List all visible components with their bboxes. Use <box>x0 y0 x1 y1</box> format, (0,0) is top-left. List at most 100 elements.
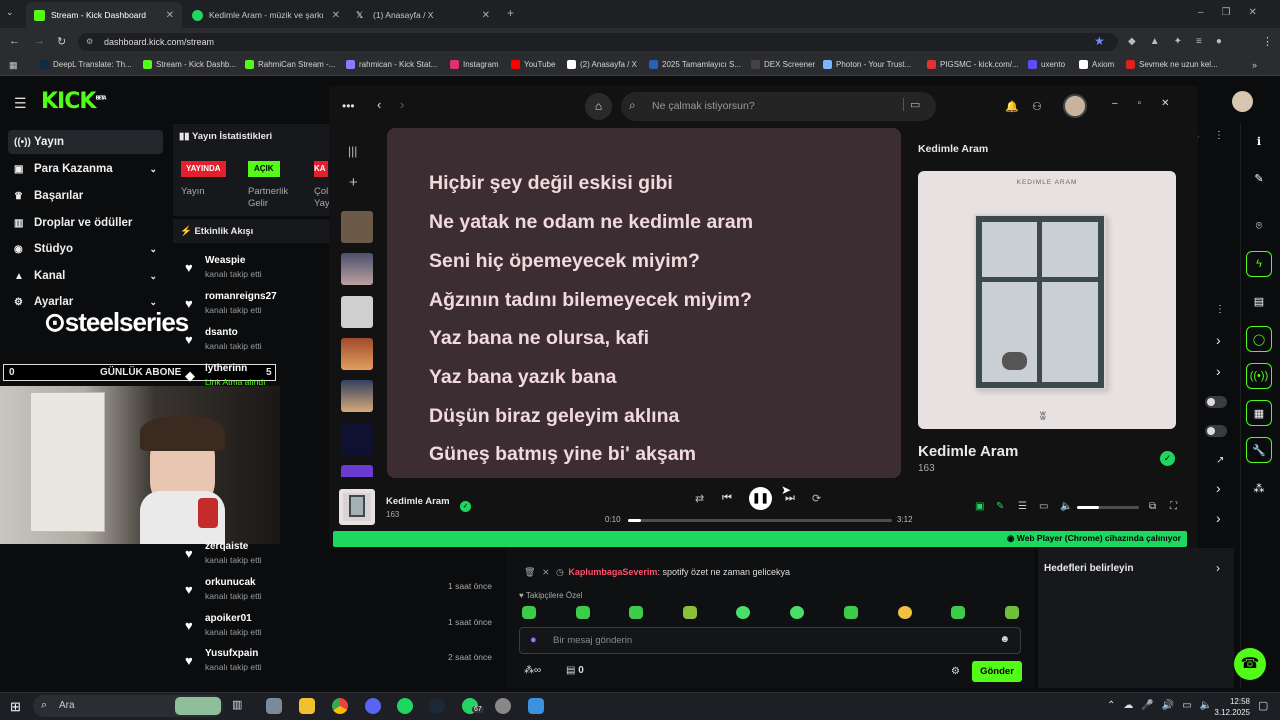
bookmark[interactable]: Stream - Kick Dashb... <box>143 60 236 69</box>
broadcast-icon[interactable]: ((•)) <box>1246 363 1272 389</box>
emote-button[interactable] <box>898 606 912 619</box>
bookmark[interactable]: rahmican - Kick Stat... <box>346 60 437 69</box>
library-icon[interactable]: ||| <box>348 144 357 158</box>
emote-button[interactable] <box>844 606 858 619</box>
lyric-line[interactable]: Ne yatak ne odam ne kedimle aram <box>429 211 753 234</box>
clipboard-icon[interactable]: ▤ <box>1246 288 1272 314</box>
kick-logo[interactable]: KICKBETA <box>41 89 107 114</box>
create-playlist-icon[interactable]: + <box>349 174 358 191</box>
sidebar-item-studyo[interactable]: ◉ Stüdyo ⌄ <box>8 237 163 261</box>
timeout-icon[interactable]: ◷ <box>556 567 564 577</box>
pause-button[interactable]: ❚❚ <box>749 487 772 510</box>
bookmark[interactable]: YouTube <box>511 60 555 69</box>
album-cover[interactable]: KEDIMLE ARAM ʬ <box>918 171 1176 429</box>
more-options-icon[interactable]: ⋮ <box>1214 130 1224 141</box>
feed-username[interactable]: Weaspie <box>205 255 245 266</box>
progress-bar[interactable] <box>628 519 892 522</box>
miniplayer-icon[interactable]: ⧉ <box>1149 501 1156 512</box>
close-tab-icon[interactable]: ✕ <box>482 10 490 21</box>
taskbar-search[interactable]: ⌕ Ara <box>33 695 223 717</box>
archive-icon[interactable]: ▦ <box>1246 400 1272 426</box>
bookmark[interactable]: PIGSMC - kick.com/... <box>927 60 1019 69</box>
spotify-taskbar-icon[interactable] <box>397 698 413 714</box>
sidebar-item-yayin[interactable]: ((•)) Yayın <box>8 130 163 154</box>
chevron-right-icon[interactable]: › <box>1216 561 1220 575</box>
close-tab-icon[interactable]: ✕ <box>166 10 174 21</box>
playlist-cover[interactable] <box>341 253 373 285</box>
volume-icon[interactable]: 🔈 <box>1060 501 1072 512</box>
playlist-cover[interactable] <box>341 211 373 243</box>
emoji-icon[interactable]: ☻ <box>999 634 1010 645</box>
player-cover-thumb[interactable] <box>339 489 375 525</box>
reload-icon[interactable]: ↻ <box>57 35 66 48</box>
feed-username[interactable]: dsanto <box>205 327 238 338</box>
new-tab-button[interactable]: + <box>507 6 514 20</box>
tab-list-button[interactable]: ⌄ <box>6 7 14 18</box>
pencil-icon[interactable]: ✎ <box>1246 165 1272 191</box>
bookmark[interactable]: Sevmek ne uzun kel... <box>1126 60 1218 69</box>
tab-kick-dashboard[interactable]: Stream - Kick Dashboard ✕ <box>26 2 182 28</box>
playlist-cover[interactable] <box>341 380 373 412</box>
emote-button[interactable] <box>951 606 965 619</box>
taskbar-app[interactable] <box>495 698 511 714</box>
chat-input[interactable]: ● Bir mesaj gönderin ☻ <box>519 627 1021 654</box>
close-tab-icon[interactable]: ✕ <box>332 10 340 21</box>
now-playing-view-icon[interactable]: ▣ <box>975 501 984 512</box>
now-playing-artist[interactable]: 163 <box>918 463 935 474</box>
toggle-switch[interactable] <box>1205 425 1227 437</box>
steam-icon[interactable] <box>429 698 445 714</box>
emote-button[interactable] <box>790 606 804 619</box>
lyric-line[interactable]: Ağzının tadını bilemeyecek miyim? <box>429 289 752 312</box>
saved-check-icon[interactable]: ✓ <box>1160 451 1175 466</box>
chat-icon[interactable]: ◯ <box>1246 326 1272 352</box>
friends-icon[interactable]: ⚇ <box>1032 100 1042 113</box>
lyric-line[interactable]: Yaz bana ne olursa, kafi <box>429 327 649 350</box>
forward-icon[interactable]: → <box>34 35 45 47</box>
support-button[interactable]: ☎ <box>1234 648 1266 680</box>
repeat-icon[interactable]: ⟳ <box>812 492 821 505</box>
player-track-artist[interactable]: 163 <box>386 510 399 519</box>
tab-spotify[interactable]: Kedimle Aram - müzik ve şarkı ✕ <box>184 2 348 28</box>
notifications-icon[interactable]: ▢ <box>1258 699 1268 712</box>
back-icon[interactable]: ← <box>9 35 20 47</box>
lyric-line[interactable]: Hiçbir şey değil eskisi gibi <box>429 172 673 195</box>
window-controls[interactable]: –❐✕ <box>1198 7 1275 18</box>
chat-settings-icon[interactable]: ⚙ <box>951 666 960 677</box>
more-options-icon[interactable]: ⋮ <box>1215 304 1225 315</box>
sidebar-item-para-kazanma[interactable]: ▣ Para Kazanma ⌄ <box>8 157 163 181</box>
tab-x[interactable]: 𝕏 (1) Anasayfa / X ✕ <box>348 2 498 28</box>
address-bar[interactable]: dashboard.kick.com/stream <box>78 33 1118 51</box>
bookmark[interactable]: DEX Screener <box>751 60 815 69</box>
extension-icons[interactable]: ◆ ▲ ✦ ≡ ● <box>1128 36 1248 48</box>
bookmark[interactable]: RahmiCan Stream -... <box>245 60 335 69</box>
playlist-cover[interactable] <box>341 465 373 477</box>
player-track-title[interactable]: Kedimle Aram <box>386 496 450 507</box>
emote-button[interactable] <box>736 606 750 619</box>
system-tray-icons[interactable]: ⌃☁🎤🔊▭🔈 <box>1107 700 1220 711</box>
delete-icon[interactable]: 🗑 <box>524 567 535 577</box>
emote-button[interactable] <box>629 606 643 619</box>
windows-start-icon[interactable]: ⊞ <box>10 699 21 715</box>
lyric-line[interactable]: Güneş batmış yine bi' akşam <box>429 443 696 466</box>
sidebar-item-kanal[interactable]: ▲ Kanal ⌄ <box>8 264 163 288</box>
lyric-line[interactable]: Seni hiç öpemeyecek miyim? <box>429 250 700 273</box>
device-bar[interactable]: ◉ Web Player (Chrome) cihazında çalınıyo… <box>333 531 1187 547</box>
playlist-cover[interactable] <box>341 423 373 455</box>
queue-icon[interactable]: ☰ <box>1018 501 1027 512</box>
shuffle-icon[interactable]: ⇄ <box>695 492 704 505</box>
spotify-avatar[interactable] <box>1063 94 1087 118</box>
toggle-switch[interactable] <box>1205 396 1227 408</box>
chart-icon[interactable]: ↗ <box>1216 455 1224 466</box>
bookmark[interactable]: Axiom <box>1079 60 1114 69</box>
lyric-line[interactable]: Yaz bana yazık bana <box>429 366 617 389</box>
search-input[interactable]: ⌕ Ne çalmak istiyorsun? ▭ <box>621 92 936 121</box>
back-icon[interactable]: ‹ <box>377 97 381 112</box>
task-view-icon[interactable]: ▥ <box>232 698 248 714</box>
forward-icon[interactable]: › <box>400 97 404 112</box>
spotify-window-controls[interactable]: –▫✕ <box>1112 98 1190 109</box>
feed-username[interactable]: Yusufxpain <box>205 648 258 659</box>
playlist-cover[interactable] <box>341 296 373 328</box>
playlist-cover[interactable] <box>341 338 373 370</box>
chevron-right-icon[interactable]: › <box>1216 480 1221 496</box>
bookmark[interactable]: uxento <box>1028 60 1065 69</box>
